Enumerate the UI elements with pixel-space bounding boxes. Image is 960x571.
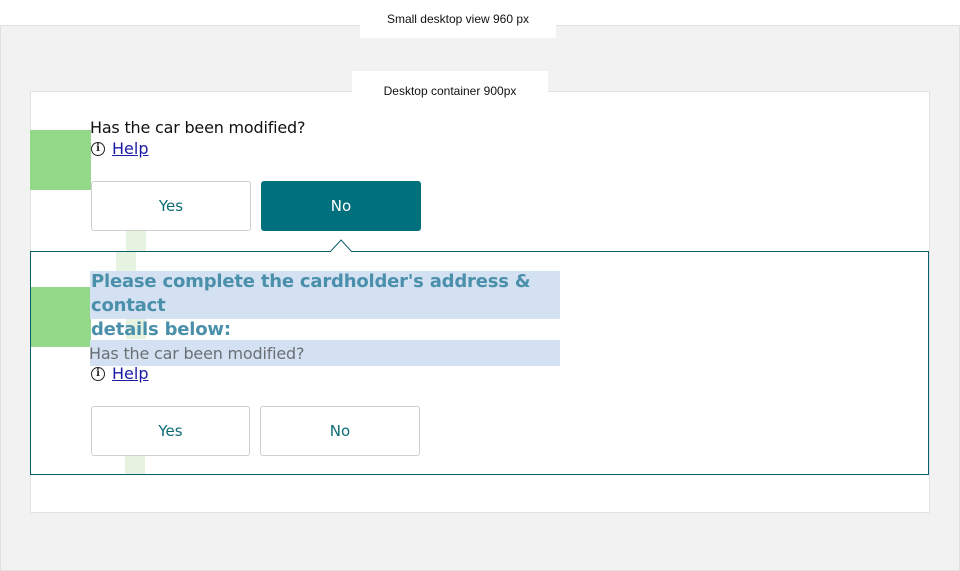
yes-button[interactable]: Yes: [91, 181, 251, 231]
panel-heading-line: Please complete the cardholder's address…: [91, 271, 531, 316]
no-button[interactable]: No: [261, 181, 421, 231]
guide-marker: [30, 130, 91, 190]
question-label: Has the car been modified?: [90, 118, 306, 137]
viewport-label: Small desktop view 960 px: [360, 0, 556, 38]
panel-help-link[interactable]: i Help: [91, 364, 148, 383]
panel-heading-line: details below:: [91, 319, 231, 340]
info-circle-icon: i: [91, 141, 105, 156]
help-link-label[interactable]: Help: [112, 139, 148, 158]
guide-strip: [126, 230, 146, 251]
panel-no-button[interactable]: No: [260, 406, 420, 456]
info-circle-icon: i: [91, 366, 105, 381]
container-label: Desktop container 900px: [352, 71, 548, 111]
panel-question-label: Has the car been modified?: [89, 344, 305, 363]
panel-caret: [330, 239, 352, 252]
help-link[interactable]: i Help: [91, 139, 148, 158]
panel-yes-button[interactable]: Yes: [91, 406, 250, 456]
panel-help-link-label[interactable]: Help: [112, 364, 148, 383]
panel-heading: Please complete the cardholder's address…: [91, 270, 561, 342]
